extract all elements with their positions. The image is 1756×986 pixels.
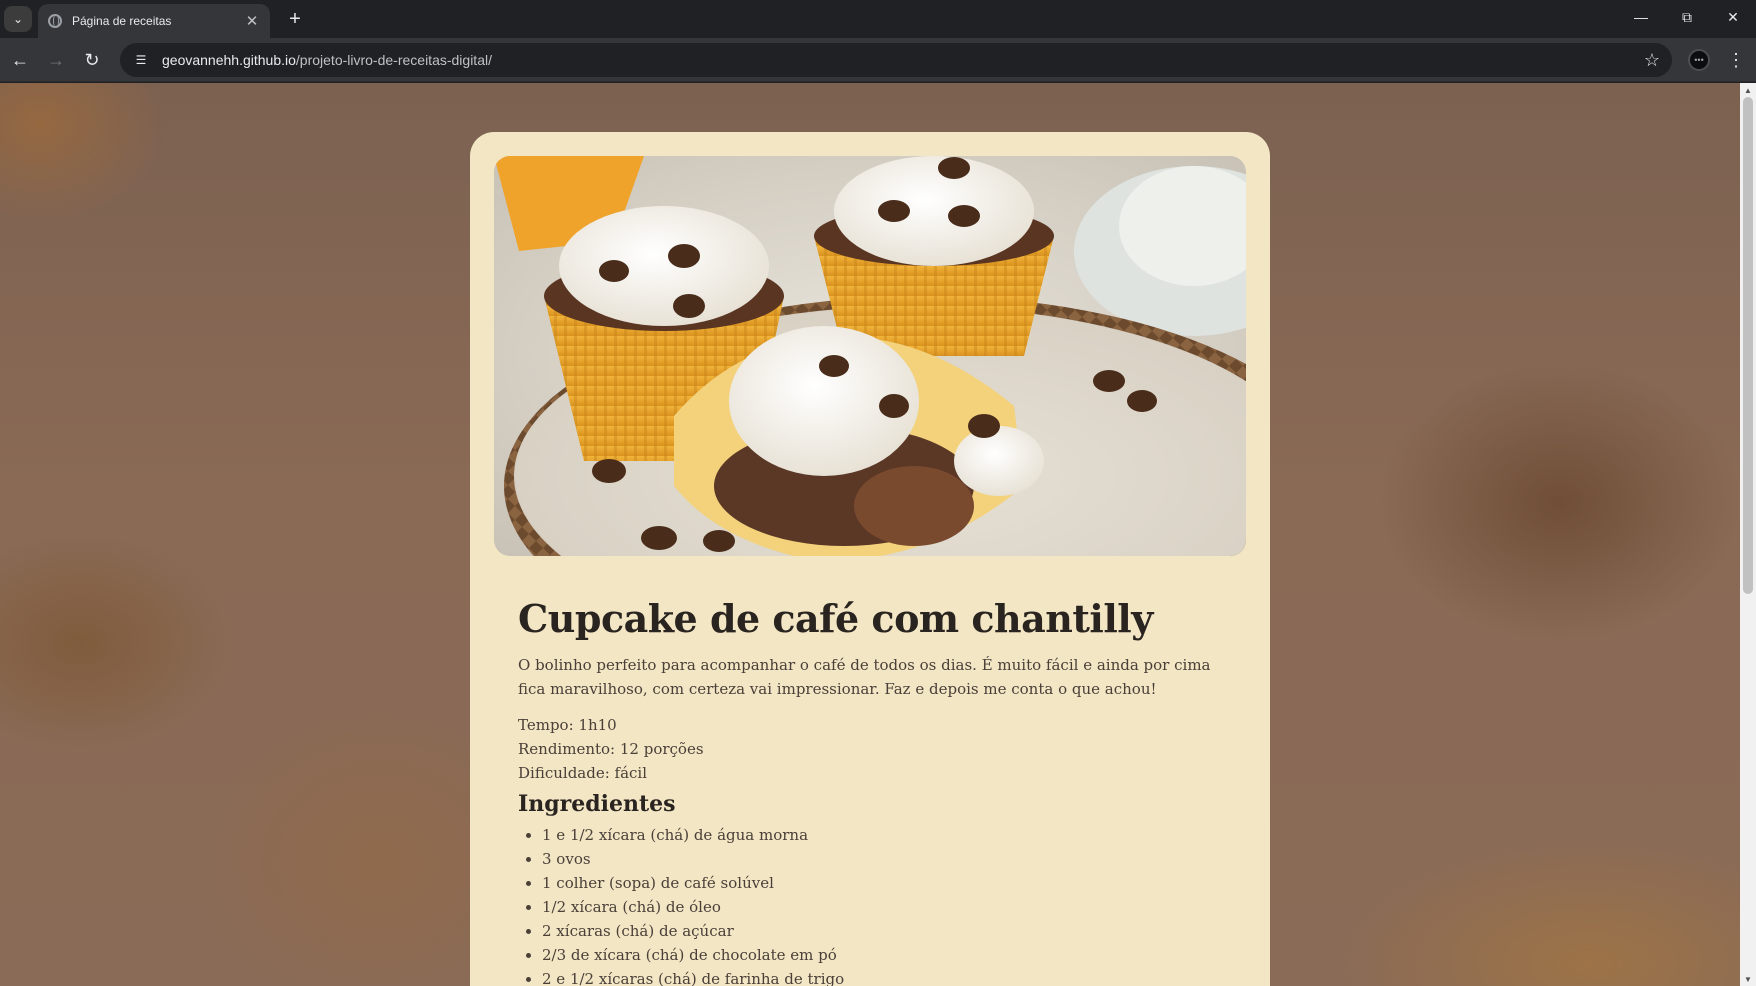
plus-icon[interactable]: + [281,6,309,32]
recipe-intro: O bolinho perfeito para acompanhar o caf… [518,656,1211,698]
browser-tab-bar: ⌄ Página de receitas ✕ + — ⧉ ✕ [0,0,1756,38]
ingredient-item: 2/3 de xícara (chá) de chocolate em pó [542,943,1222,967]
recipe-title: Cupcake de café com chantilly [518,596,1153,641]
ingredient-item: 3 ovos [542,847,1222,871]
close-icon[interactable]: ✕ [244,12,260,30]
reload-icon[interactable]: ↻ [78,46,106,74]
ingredients-list: 1 e 1/2 xícara (chá) de água morna 3 ovo… [518,823,1222,986]
back-arrow-icon[interactable]: ← [6,46,34,74]
star-icon[interactable]: ☆ [1644,50,1660,71]
url-text[interactable]: geovannehh.github.io/projeto-livro-de-re… [162,52,1644,68]
ingredient-item: 2 e 1/2 xícaras (chá) de farinha de trig… [542,967,1222,986]
forward-arrow-icon[interactable]: → [42,46,70,74]
page-scrollbar[interactable]: ▲ ▼ [1740,83,1756,986]
ingredient-item: 2 xícaras (chá) de açúcar [542,919,1222,943]
ingredient-item: 1/2 xícara (chá) de óleo [542,895,1222,919]
recipe-yield: Rendimento: 12 porções [518,740,704,758]
ingredients-title: Ingredientes [518,791,676,817]
recipe-difficulty: Dificuldade: fácil [518,764,648,782]
globe-icon [48,14,62,28]
scroll-down-arrow-icon[interactable]: ▼ [1740,972,1756,986]
browser-tab[interactable]: Página de receitas ✕ [38,4,270,38]
tune-icon[interactable]: ☰ [132,51,150,69]
restore-icon[interactable]: ⧉ [1664,0,1710,34]
url-host: geovannehh.github.io [162,52,296,68]
ingredient-item: 1 colher (sopa) de café solúvel [542,871,1222,895]
kebab-icon[interactable]: ⋮ [1726,46,1746,74]
close-window-icon[interactable]: ✕ [1710,0,1756,34]
address-bar[interactable]: ☰ geovannehh.github.io/projeto-livro-de-… [120,43,1672,77]
window-controls: — ⧉ ✕ [1618,0,1756,34]
chevron-down-icon[interactable]: ⌄ [4,6,32,32]
recipe-card: Cupcake de café com chantilly O bolinho … [470,132,1270,986]
minimize-icon[interactable]: — [1618,0,1664,34]
scroll-up-arrow-icon[interactable]: ▲ [1740,83,1756,97]
ingredient-item: 1 e 1/2 xícara (chá) de água morna [542,823,1222,847]
page-viewport: Cupcake de café com chantilly O bolinho … [0,83,1740,986]
recipe-time: Tempo: 1h10 [518,716,617,734]
recipe-image [494,156,1246,556]
url-path: /projeto-livro-de-receitas-digital/ [295,52,492,68]
scrollbar-thumb[interactable] [1743,97,1753,594]
cupcake-photo [494,156,1246,556]
browser-toolbar: ← → ↻ ☰ geovannehh.github.io/projeto-liv… [0,38,1756,82]
recipe-content: Cupcake de café com chantilly O bolinho … [494,556,1246,986]
profile-avatar-icon[interactable]: ••• [1688,49,1710,71]
tab-title: Página de receitas [72,14,172,28]
